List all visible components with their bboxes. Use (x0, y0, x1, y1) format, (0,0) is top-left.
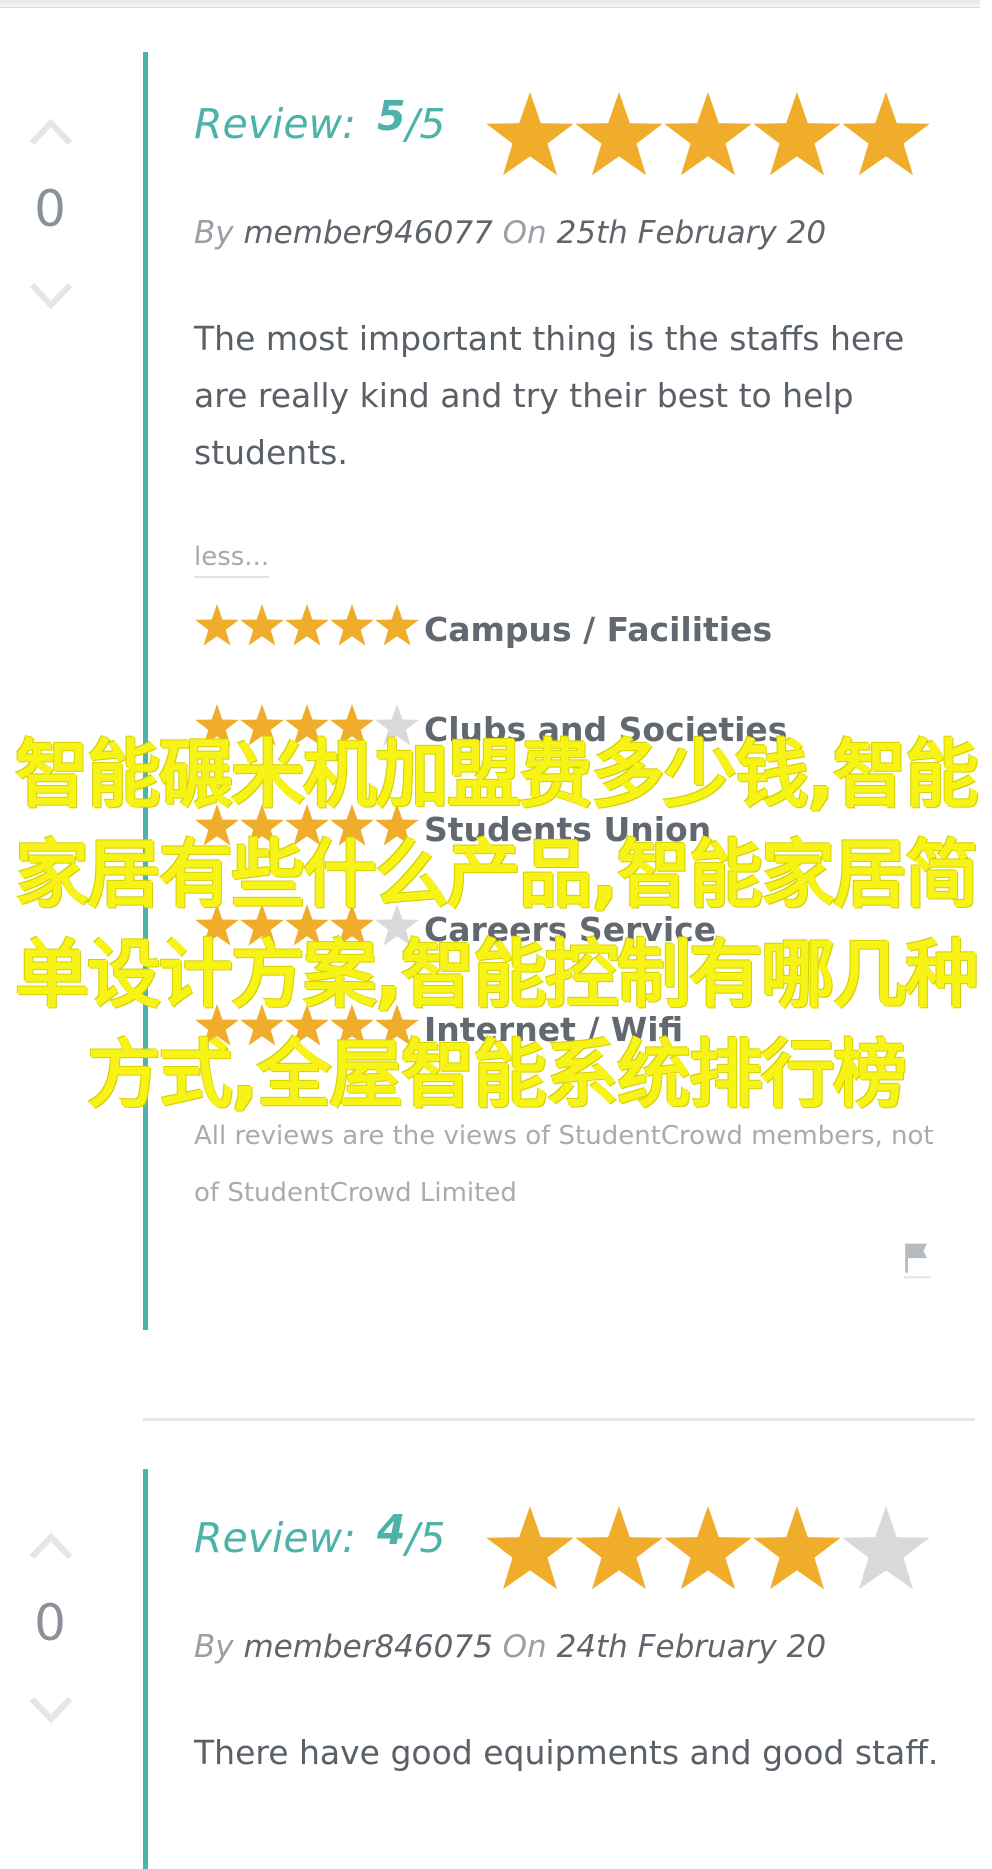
review-separator (143, 1418, 975, 1421)
chevron-up-icon[interactable] (28, 115, 74, 147)
chevron-down-icon[interactable] (28, 281, 74, 313)
star-icon (575, 1506, 663, 1590)
star-icon (842, 1506, 930, 1590)
review-label: Review: (194, 1514, 356, 1562)
vote-count: 0 (34, 1594, 66, 1652)
flag-icon[interactable] (902, 1240, 932, 1280)
review-accent-bar (143, 52, 148, 1330)
star-icon (753, 92, 841, 176)
review-text: There have good equipments and good staf… (194, 1733, 939, 1772)
top-divider (0, 0, 980, 8)
by-label: By (194, 215, 234, 251)
review-score: 5 (377, 92, 406, 140)
review-accent-bar (143, 1469, 148, 1869)
review-date: 25th February 20 (556, 215, 827, 251)
star-icon (486, 1506, 574, 1590)
less-link[interactable]: less... (194, 542, 270, 578)
chevron-up-icon[interactable] (28, 1529, 74, 1561)
star-icon (486, 92, 574, 176)
star-icon (664, 92, 752, 176)
by-label: By (194, 1629, 234, 1665)
chevron-down-icon[interactable] (28, 1695, 74, 1727)
review-date: 24th February 20 (556, 1629, 827, 1665)
on-label: On (502, 215, 547, 251)
review-text: The most important thing is the staffs h… (194, 319, 905, 472)
star-icon (195, 604, 239, 646)
review-score-heading: Review: 5/5 (194, 92, 446, 148)
vote-count: 0 (34, 180, 66, 238)
review-disclaimer: All reviews are the views of StudentCrow… (194, 1121, 934, 1208)
review-slash: / (405, 100, 420, 148)
star-icon (240, 604, 284, 646)
review-score-heading: Review: 4/5 (194, 1506, 446, 1562)
review-byline: By member846075 On 24th February 20 (194, 1629, 826, 1665)
review-slash: / (405, 1514, 420, 1562)
review-label: Review: (194, 100, 356, 148)
member-name[interactable]: member846075 (243, 1629, 492, 1665)
on-label: On (502, 1629, 547, 1665)
star-icon (842, 92, 930, 176)
star-icon (285, 604, 329, 646)
star-icon (575, 92, 663, 176)
review-score: 4 (377, 1506, 406, 1554)
star-icon (753, 1506, 841, 1590)
star-icon (375, 604, 419, 646)
member-name[interactable]: member946077 (243, 215, 492, 251)
review-max: 5 (419, 100, 446, 148)
star-icon (330, 604, 374, 646)
star-icon (664, 1506, 752, 1590)
category-label: Campus / Facilities (424, 610, 773, 649)
review-byline: By member946077 On 25th February 20 (194, 215, 826, 251)
overlay-banner-text: 智能碾米机加盟费多少钱,智能家居有些什么产品,智能家居简单设计方案,智能控制有哪… (14, 732, 979, 1118)
review-max: 5 (419, 1514, 446, 1562)
